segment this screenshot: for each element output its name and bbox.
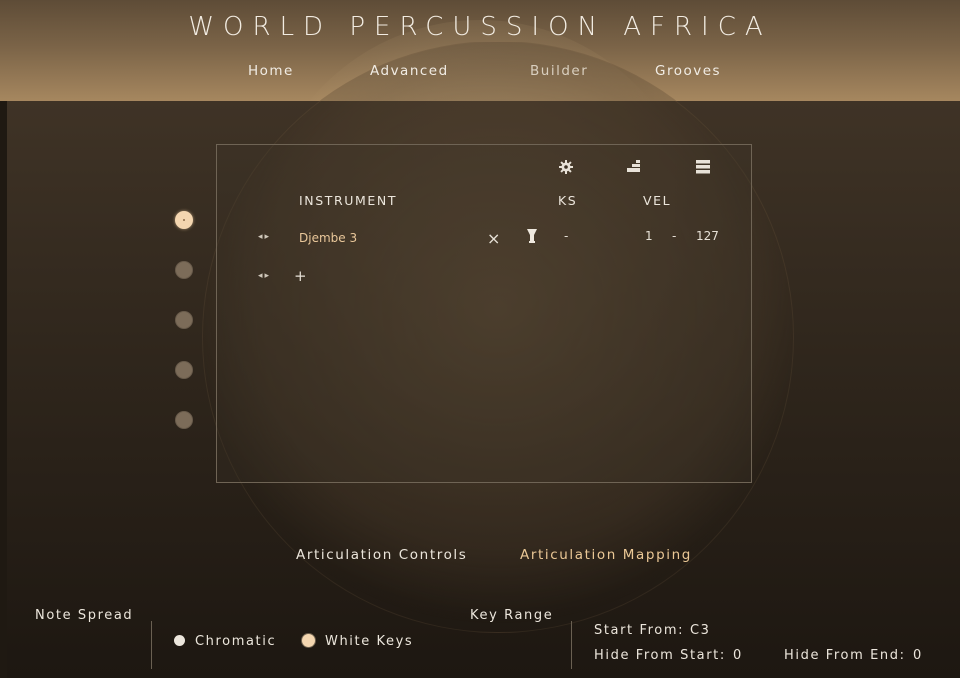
nav-advanced[interactable]: Advanced [370,63,449,79]
nav-builder[interactable]: Builder [530,63,588,79]
slot-3-dot[interactable] [175,311,193,329]
vel-high-value[interactable]: 127 [696,229,719,243]
instrument-name[interactable]: Djembe 3 [299,231,357,245]
slot-4-dot[interactable] [175,361,193,379]
chromatic-radio[interactable] [174,635,185,646]
tab-articulation-mapping[interactable]: Articulation Mapping [520,547,692,563]
chromatic-label[interactable]: Chromatic [195,634,276,649]
start-from-value[interactable]: C3 [690,623,711,638]
hide-from-end-value[interactable]: 0 [913,648,923,663]
hide-from-start-label: Hide From Start: [594,648,726,663]
instrument-panel [216,144,752,483]
gear-icon[interactable] [558,159,574,175]
white-keys-label[interactable]: White Keys [325,634,413,649]
hide-from-start-value[interactable]: 0 [733,648,743,663]
add-row-arrows[interactable]: ◂▸ [258,271,271,281]
app-title: WORLD PERCUSSION AFRICA [188,12,772,42]
list-icon[interactable] [695,159,711,175]
nav-home[interactable]: Home [248,63,294,79]
vel-column-header: VEL [643,193,672,208]
start-from-label: Start From: [594,623,685,638]
white-keys-radio[interactable] [302,634,315,647]
nav-grooves[interactable]: Grooves [655,63,721,79]
instrument-cycle-arrows[interactable]: ◂▸ [258,232,271,242]
divider-left [151,621,152,669]
slot-1-dot[interactable] [175,211,193,229]
slot-2-dot[interactable] [175,261,193,279]
note-spread-label: Note Spread [35,608,134,623]
ks-column-header: KS [558,193,578,208]
vel-separator: - [672,229,677,243]
slot-5-dot[interactable] [175,411,193,429]
vel-low-value[interactable]: 1 [645,229,653,243]
add-instrument-button[interactable]: + [294,267,307,285]
key-range-label: Key Range [470,608,554,623]
instrument-column-header: INSTRUMENT [299,193,398,208]
hide-from-end-label: Hide From End: [784,648,906,663]
ks-value[interactable]: - [564,229,568,243]
divider-right [571,621,572,669]
djembe-icon [527,229,537,243]
tab-articulation-controls[interactable]: Articulation Controls [296,547,467,563]
steps-icon[interactable] [626,159,642,175]
remove-instrument-button[interactable]: × [487,229,500,248]
